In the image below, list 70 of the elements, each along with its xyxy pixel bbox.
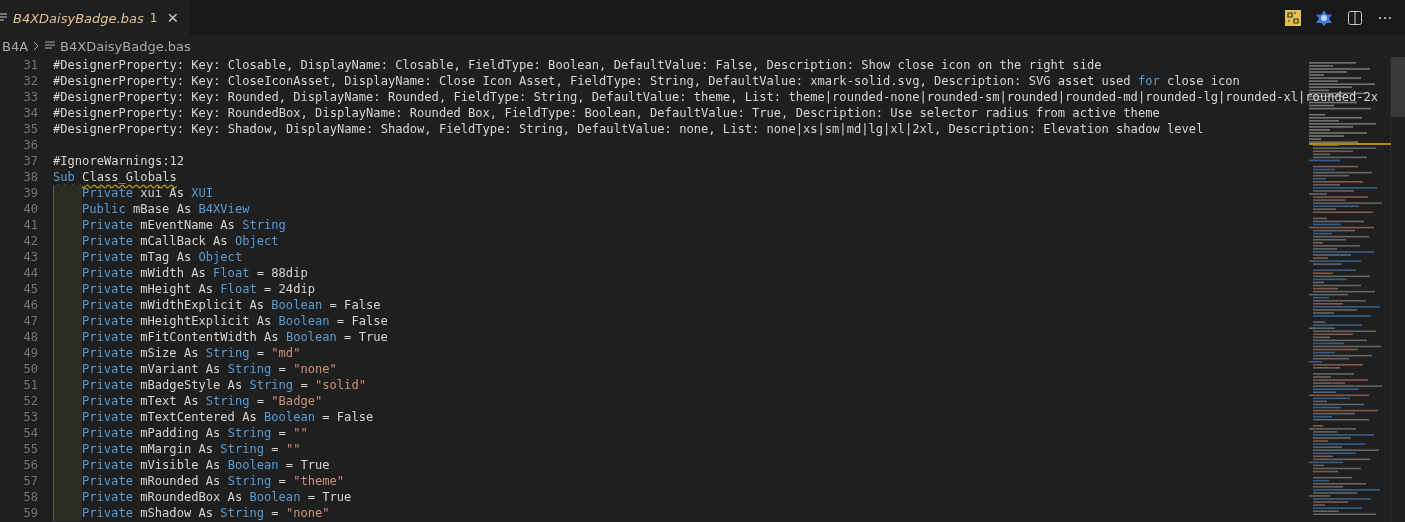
line-number: 57	[22, 474, 38, 488]
line-number: 54	[22, 426, 38, 440]
code-line: Private mHeight As Float = 24dip	[82, 282, 315, 296]
line-number: 50	[22, 362, 38, 376]
code-line: Private mRounded As String = "theme"	[82, 474, 345, 488]
indent-guide	[53, 505, 82, 521]
code-line: Private xui As XUI	[82, 186, 214, 200]
code-line: #IgnoreWarnings:12	[53, 154, 185, 168]
file-lines-icon	[0, 13, 7, 23]
line-number: 48	[22, 330, 38, 344]
code-line: Private mVariant As String = "none"	[82, 362, 337, 376]
line-number: 53	[22, 410, 38, 424]
line-number: 51	[22, 378, 38, 392]
line-number: 41	[22, 218, 38, 232]
code-line: #DesignerProperty: Key: Closable, DisplayName: Closable, FieldType: Boolean, DefaultValue: False, Description: Show close icon on the right side	[53, 58, 1102, 72]
line-number: 39	[22, 186, 38, 200]
code-line: Private mCallBack As Object	[82, 234, 279, 248]
code-line: Private mShadow As String = "none"	[82, 506, 330, 520]
line-number: 38	[22, 170, 38, 184]
editor-tab[interactable]: B4XDaisyBadge.bas 1 ×	[0, 0, 191, 35]
problem-count: 1	[149, 11, 158, 25]
line-number: 37	[22, 154, 38, 168]
line-number: 42	[22, 234, 38, 248]
line-number: 34	[22, 106, 38, 120]
code-line: Private mTextCentered As Boolean = False	[82, 410, 374, 424]
indent-guide	[53, 185, 82, 201]
grid-square-icon[interactable]	[1283, 7, 1303, 28]
line-number: 59	[22, 506, 38, 520]
line-number: 52	[22, 394, 38, 408]
code-line: Private mVisible As Boolean = True	[82, 458, 330, 472]
line-number: 47	[22, 314, 38, 328]
breadcrumb-item[interactable]: B4A	[2, 38, 29, 54]
file-lines-icon	[44, 41, 57, 51]
breadcrumb-item[interactable]: B4XDaisyBadge.bas	[60, 38, 191, 54]
code-line: Sub Class_Globals	[53, 170, 177, 184]
code-line: Private mWidthExplicit As Boolean = False	[82, 298, 381, 312]
code-line: Private mRoundedBox As Boolean = True	[82, 490, 352, 504]
code-line: Private mFitContentWidth As Boolean = True	[82, 330, 388, 344]
line-number: 31	[22, 58, 38, 72]
line-number: 45	[22, 282, 38, 296]
code-line: #DesignerProperty: Key: Rounded, DisplayName: Rounded, FieldType: String, DefaultValue: theme, List: theme|rounded-none|rounded-sm|rounded|rounded-md|rounded-lg|rounded-xl|rounded-2x	[53, 90, 1379, 104]
code-line: Private mSize As String = "md"	[82, 346, 301, 360]
line-number: 58	[22, 490, 38, 504]
code-line: Private mMargin As String = ""	[82, 442, 301, 456]
line-number: 35	[22, 122, 38, 136]
line-number: 33	[22, 90, 38, 104]
code-line: Private mHeightExplicit As Boolean = False	[82, 314, 388, 328]
scrollbar-thumb[interactable]	[1391, 57, 1405, 117]
code-line: Private mBadgeStyle As String = "solid"	[82, 378, 366, 392]
code-line: Private mText As String = "Badge"	[82, 394, 323, 408]
code-line: #DesignerProperty: Key: RoundedBox, DisplayName: Rounded Box, FieldType: Boolean, DefaultValue: True, Description: Use selector radius from active theme	[53, 106, 1160, 120]
line-number: 49	[22, 346, 38, 360]
code-line: Private mPadding As String = ""	[82, 426, 308, 440]
line-number: 36	[22, 138, 38, 152]
chevron-right-icon	[32, 41, 41, 51]
line-number: 46	[22, 298, 38, 312]
line-number: 55	[22, 442, 38, 456]
line-number: 40	[22, 202, 38, 216]
line-number: 32	[22, 74, 38, 88]
tab-title: B4XDaisyBadge.bas	[13, 10, 144, 26]
code-line: Private mTag As Object	[82, 250, 243, 264]
code-line: Public mBase As B4XView	[82, 202, 250, 216]
close-button[interactable]: ×	[163, 8, 183, 28]
code-line: Private mWidth As Float = 88dip	[82, 266, 308, 280]
line-number: 43	[22, 250, 38, 264]
code-line: Private mEventName As String	[82, 218, 286, 232]
line-number: 44	[22, 266, 38, 280]
code-line: #DesignerProperty: Key: Shadow, DisplayName: Shadow, FieldType: String, DefaultValue: none, List: none|xs|sm|md|lg|xl|2xl, Description: Elevation shadow level	[53, 122, 1204, 136]
code-line: #DesignerProperty: Key: CloseIconAsset, DisplayName: Close Icon Asset, FieldType: String, DefaultValue: xmark-solid.svg, Description: SVG asset used for close icon	[53, 74, 1240, 88]
line-number: 56	[22, 458, 38, 472]
